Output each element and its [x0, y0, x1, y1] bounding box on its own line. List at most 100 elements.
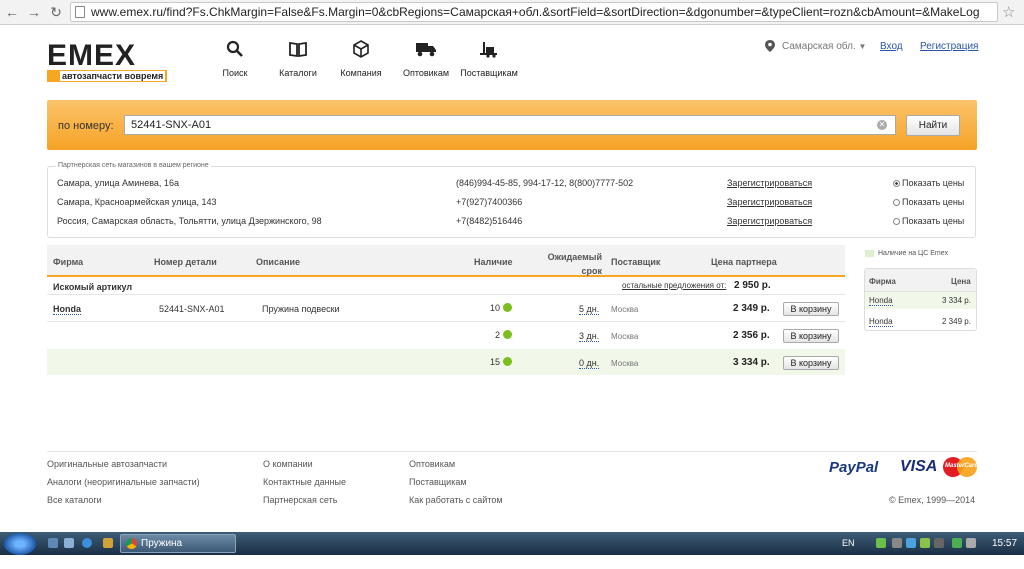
search-input[interactable] — [124, 115, 896, 135]
folder-icon[interactable] — [103, 538, 113, 548]
side-brand-link[interactable]: Honda — [869, 317, 893, 327]
col-supplier[interactable]: Поставщик — [611, 257, 660, 267]
nav-wholesale[interactable]: Оптовикам — [396, 40, 456, 78]
row-stock: 15 — [476, 357, 512, 367]
partner-address: Самара, Красноармейская улица, 143 — [57, 197, 217, 207]
taskbar-chrome-window[interactable]: Пружина подвески... — [120, 534, 236, 566]
row-stock: 2 — [476, 330, 512, 340]
footer-col-parts: Оригинальные автозапчасти Аналоги (неори… — [47, 455, 200, 509]
partner-show-prices[interactable]: Показать цены — [893, 178, 964, 188]
nav-catalogs-label: Каталоги — [279, 68, 317, 78]
stock-count: 15 — [489, 357, 500, 367]
add-to-cart-button[interactable]: В корзину — [783, 329, 839, 343]
row-divider — [47, 321, 845, 322]
show-prices-label: Показать цены — [902, 178, 965, 188]
nav-wholesale-label: Оптовикам — [402, 68, 450, 78]
other-offers-price: 2 950 р. — [734, 280, 771, 291]
tray-icon[interactable] — [892, 538, 902, 548]
tray-icon[interactable] — [906, 538, 916, 548]
address-bar[interactable]: www.emex.ru/find?Fs.ChkMargin=False&Fs.M… — [70, 2, 998, 22]
radio[interactable] — [893, 218, 900, 225]
show-prices-label: Показать цены — [902, 197, 965, 207]
partner-network-title: Партнерская сеть магазинов в вашем регио… — [56, 162, 211, 169]
radio-selected[interactable] — [893, 180, 900, 187]
explorer-icon[interactable] — [48, 538, 58, 548]
col-part-number[interactable]: Номер детали — [154, 257, 217, 267]
footer-col-company: О компании Контактные данные Партнерская… — [263, 455, 346, 509]
language-indicator[interactable]: EN — [842, 538, 855, 548]
visa-logo: VISA — [900, 458, 938, 475]
row-price: 3 334 р. — [733, 357, 770, 368]
signal-icon[interactable] — [876, 538, 886, 548]
volume-icon[interactable] — [966, 538, 976, 548]
ie-icon[interactable] — [82, 538, 92, 548]
stock-indicator-icon — [503, 357, 512, 366]
row-price: 2 356 р. — [733, 330, 770, 341]
footer-link[interactable]: Оптовикам — [409, 455, 503, 473]
bookmark-star-icon[interactable]: ☆ — [1002, 3, 1015, 21]
row-eta-link[interactable]: 5 дн. — [579, 304, 600, 315]
region-select[interactable]: Самарская обл. ▼ — [782, 41, 866, 52]
col-eta[interactable]: Ожидаемый срок — [546, 250, 602, 278]
nav-suppliers[interactable]: Поставщикам — [459, 40, 519, 78]
row-eta-link[interactable]: 0 дн. — [579, 358, 600, 369]
footer-divider — [47, 451, 977, 452]
col-brand[interactable]: Фирма — [53, 257, 83, 267]
desktop-icon[interactable] — [64, 538, 74, 548]
back-arrow-icon[interactable]: ← — [4, 4, 20, 20]
tray-icon[interactable] — [934, 538, 944, 548]
taskbar-window-title: Пружина подвески... — [141, 538, 192, 566]
side-price: 3 334 р. — [942, 296, 971, 305]
forklift-icon — [480, 42, 497, 58]
nav-company-label: Компания — [340, 68, 382, 78]
stock-indicator-icon — [503, 303, 512, 312]
copyright: © Emex, 1999—2014 — [889, 495, 976, 505]
clock[interactable]: 15:57 — [992, 538, 1017, 549]
row-eta-link[interactable]: 3 дн. — [579, 331, 600, 342]
row-divider — [47, 294, 845, 295]
footer-link[interactable]: Оригинальные автозапчасти — [47, 455, 200, 473]
legend-label: Наличие на ЦС Emex — [878, 250, 949, 257]
partner-register-link[interactable]: Зарегистрироваться — [727, 178, 812, 188]
other-offers-link[interactable]: остальные предложения от: — [622, 281, 726, 290]
register-link[interactable]: Регистрация — [920, 41, 978, 52]
tray-icon[interactable] — [920, 538, 930, 548]
nav-company[interactable]: Компания — [331, 40, 391, 78]
radio[interactable] — [893, 199, 900, 206]
footer-link[interactable]: Контактные данные — [263, 473, 346, 491]
footer-link[interactable]: Все каталоги — [47, 491, 200, 509]
partner-register-link[interactable]: Зарегистрироваться — [727, 197, 812, 207]
emex-logo[interactable]: EMEX — [47, 41, 136, 71]
book-icon — [289, 41, 307, 58]
nav-catalogs[interactable]: Каталоги — [268, 40, 328, 78]
footer-link[interactable]: Как работать с сайтом — [409, 491, 503, 509]
nav-search[interactable]: Поиск — [205, 40, 265, 78]
forward-arrow-icon[interactable]: → — [26, 4, 42, 20]
footer-link[interactable]: Партнерская сеть — [263, 491, 346, 509]
add-to-cart-button[interactable]: В корзину — [783, 356, 839, 370]
partner-register-link[interactable]: Зарегистрироваться — [727, 216, 812, 226]
footer-link[interactable]: Аналоги (неоригинальные запчасти) — [47, 473, 200, 491]
side-price: 2 349 р. — [942, 317, 971, 326]
side-brand-link[interactable]: Honda — [869, 296, 893, 306]
find-button[interactable]: Найти — [906, 115, 960, 136]
footer-link[interactable]: О компании — [263, 455, 346, 473]
side-col-brand: Фирма — [869, 277, 896, 286]
logo-text: EMEX — [47, 39, 137, 72]
partner-show-prices[interactable]: Показать цены — [893, 216, 964, 226]
start-button[interactable] — [4, 533, 36, 555]
partner-show-prices[interactable]: Показать цены — [893, 197, 964, 207]
login-link[interactable]: Вход — [880, 41, 903, 52]
chevron-down-icon: ▼ — [858, 42, 867, 51]
section-label: Искомый артикул — [53, 282, 133, 292]
row-brand-link[interactable]: Honda — [53, 304, 81, 315]
reload-icon[interactable]: ↻ — [48, 4, 64, 20]
clear-search-icon[interactable]: ✕ — [877, 120, 887, 130]
col-description[interactable]: Описание — [256, 257, 300, 267]
row-stock: 10 — [476, 303, 512, 313]
col-price[interactable]: Цена партнера — [711, 257, 777, 267]
add-to-cart-button[interactable]: В корзину — [783, 302, 839, 316]
col-stock[interactable]: Наличие — [474, 257, 513, 267]
network-icon[interactable] — [952, 538, 962, 548]
footer-link[interactable]: Поставщикам — [409, 473, 503, 491]
